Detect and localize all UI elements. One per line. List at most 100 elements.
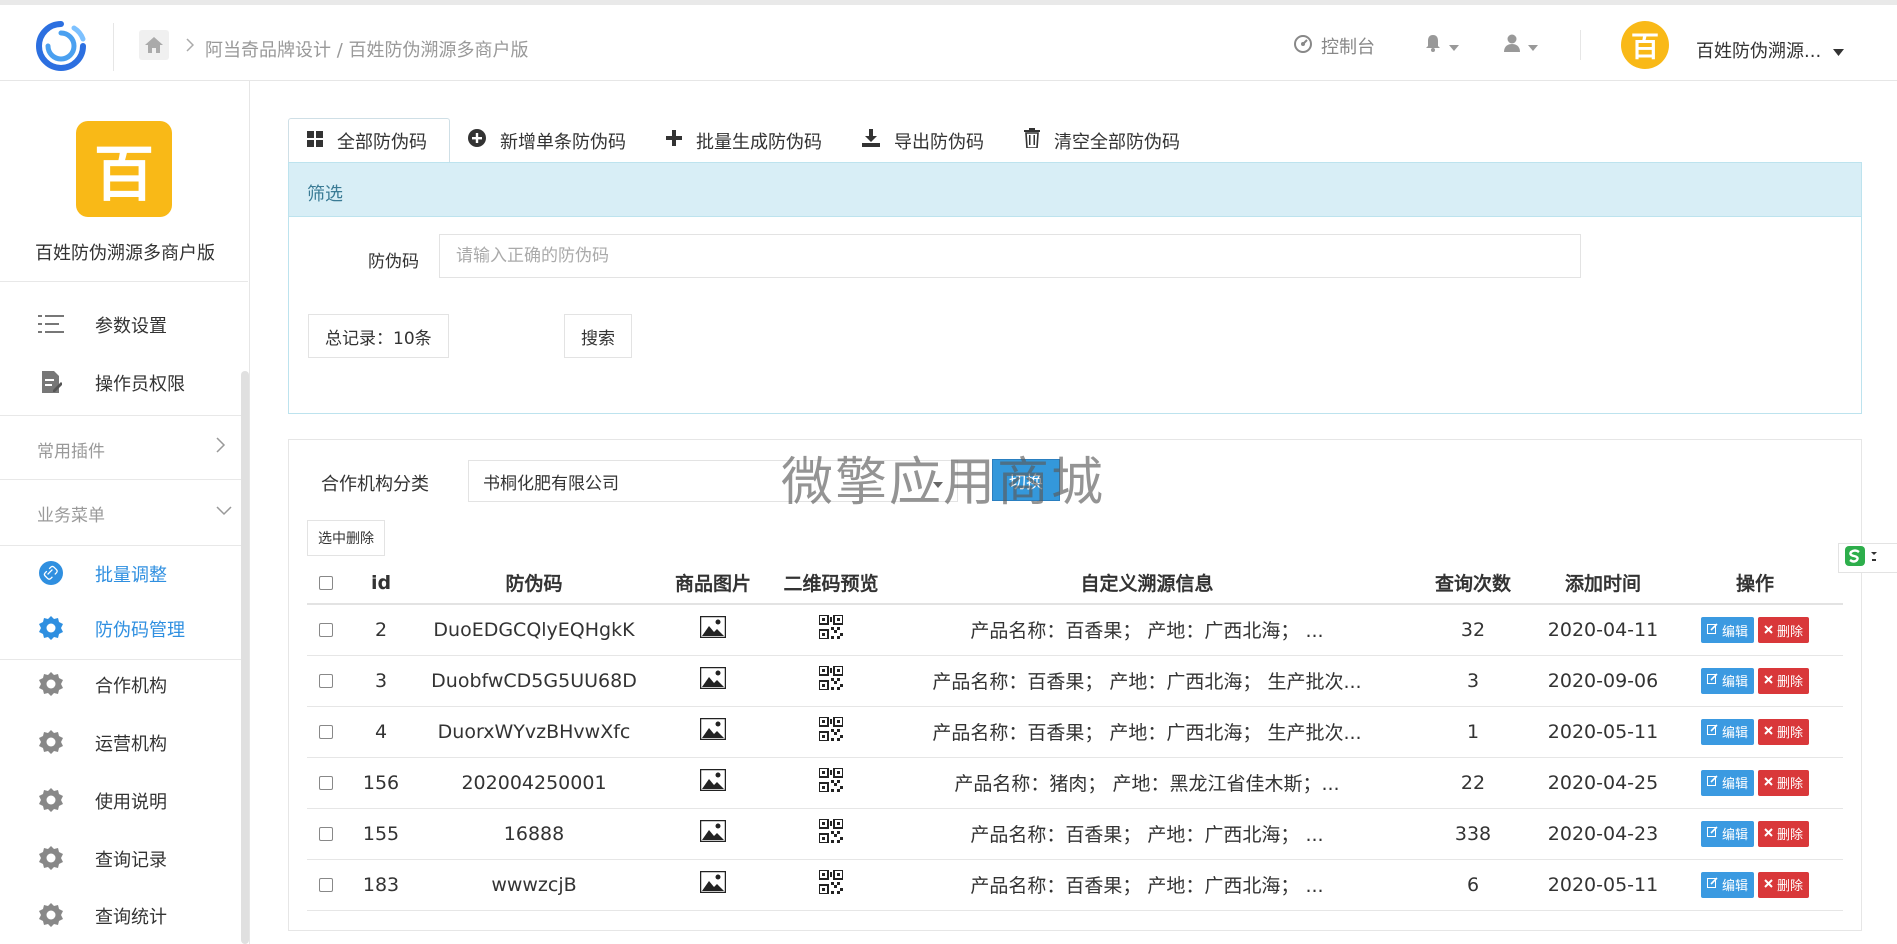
edit-label: 编辑 (1721, 726, 1748, 742)
row-id: 2 (345, 604, 417, 656)
row-select-cell[interactable] (307, 706, 345, 758)
sidebar-item-batch-adjust[interactable]: 批量调整 (0, 550, 240, 594)
edit-icon (1706, 673, 1718, 688)
delete-button[interactable]: 删除 (1758, 769, 1810, 796)
qr-preview-cell[interactable] (775, 808, 887, 860)
qr-preview-cell[interactable] (775, 859, 887, 911)
row-checkbox[interactable] (319, 623, 333, 638)
tab-add-single-code[interactable]: 新增单条防伪码 (450, 118, 648, 163)
qr-code-icon[interactable] (818, 869, 844, 899)
image-icon[interactable] (699, 870, 727, 898)
edit-button[interactable]: 编辑 (1700, 617, 1754, 643)
image-icon[interactable] (699, 666, 727, 694)
row-select-cell[interactable] (307, 757, 345, 809)
code-search-input[interactable] (439, 234, 1581, 278)
product-image-cell[interactable] (651, 706, 775, 758)
row-select-cell[interactable] (307, 604, 345, 656)
row-code: 202004250001 (417, 757, 651, 809)
edit-button[interactable]: 编辑 (1700, 871, 1754, 898)
image-icon[interactable] (699, 768, 727, 796)
table-row: 155 16888 产品名称：百香果； 产地：广西北海； ... 338 2020-04… (307, 808, 1843, 860)
edit-button[interactable]: 编辑 (1700, 820, 1754, 847)
sidebar-section-plugins[interactable]: 常用插件 (0, 421, 240, 473)
sidebar-item-operating-orgs[interactable]: 运营机构 (0, 719, 240, 763)
floating-side-widget[interactable] (1838, 543, 1897, 573)
sidebar: 百 百姓防伪溯源多商户版 参数设置 操作员权限 常用插件 业务菜单 批量调整 防… (0, 81, 250, 944)
tab-all-codes[interactable]: 全部防伪码 (288, 118, 450, 163)
gear-icon (38, 845, 64, 871)
row-checkbox[interactable] (319, 827, 333, 841)
row-added-date: 2020-04-11 (1539, 604, 1667, 656)
image-icon[interactable] (699, 819, 727, 847)
row-checkbox[interactable] (319, 776, 333, 790)
product-image-cell[interactable] (651, 757, 775, 809)
row-checkbox[interactable] (319, 674, 333, 688)
row-actions: 编辑 删除 (1667, 757, 1843, 809)
qr-code-icon[interactable] (818, 614, 844, 644)
app-logo-icon[interactable] (34, 19, 88, 73)
qr-code-icon[interactable] (818, 716, 844, 746)
row-trace-info: 产品名称：百香果； 产地：广西北海； 生产批次... (887, 655, 1407, 707)
home-icon[interactable] (139, 30, 169, 60)
user-menu[interactable]: 百姓防伪溯源... (1696, 37, 1845, 63)
sidebar-item-code-management[interactable]: 防伪码管理 (0, 605, 240, 649)
image-icon[interactable] (699, 717, 727, 745)
list-icon (38, 311, 64, 337)
row-select-cell[interactable] (307, 859, 345, 911)
qr-preview-cell[interactable] (775, 655, 887, 707)
sidebar-item-settings[interactable]: 参数设置 (0, 301, 240, 345)
row-checkbox[interactable] (319, 725, 333, 739)
sidebar-item-query-records[interactable]: 查询记录 (0, 835, 240, 879)
sidebar-item-operator-permissions[interactable]: 操作员权限 (0, 359, 240, 403)
edit-button[interactable]: 编辑 (1700, 769, 1754, 796)
row-code: wwwzcjB (417, 859, 651, 911)
delete-selected-button[interactable]: 选中删除 (307, 520, 385, 556)
delete-button[interactable]: 删除 (1758, 718, 1810, 745)
delete-button[interactable]: 删除 (1758, 820, 1810, 847)
org-category-select[interactable]: 书桐化肥有限公司 (468, 460, 958, 502)
image-icon[interactable] (699, 616, 727, 643)
qr-code-icon[interactable] (818, 665, 844, 695)
product-image-cell[interactable] (651, 604, 775, 656)
tab-clear-all[interactable]: 清空全部防伪码 (1006, 118, 1202, 163)
select-all-checkbox[interactable] (319, 576, 333, 590)
delete-button[interactable]: 删除 (1758, 617, 1810, 643)
row-checkbox[interactable] (319, 878, 333, 892)
delete-button[interactable]: 删除 (1758, 667, 1810, 694)
qr-code-icon[interactable] (818, 818, 844, 848)
row-select-cell[interactable] (307, 655, 345, 707)
avatar[interactable]: 百 (1621, 21, 1669, 69)
product-image-cell[interactable] (651, 655, 775, 707)
row-added-date: 2020-04-25 (1539, 757, 1667, 809)
sidebar-scrollbar[interactable] (241, 371, 249, 944)
console-link[interactable]: 控制台 (1293, 33, 1375, 59)
qr-code-icon[interactable] (818, 767, 844, 797)
sidebar-section-business[interactable]: 业务菜单 (0, 485, 240, 537)
tab-export-codes[interactable]: 导出防伪码 (844, 118, 1006, 163)
delete-button[interactable]: 删除 (1758, 871, 1810, 898)
row-added-date: 2020-09-06 (1539, 655, 1667, 707)
sidebar-item-instructions[interactable]: 使用说明 (0, 777, 240, 821)
edit-button[interactable]: 编辑 (1700, 667, 1754, 694)
column-header: 操作 (1667, 562, 1843, 605)
qr-preview-cell[interactable] (775, 604, 887, 656)
qr-preview-cell[interactable] (775, 706, 887, 758)
search-button[interactable]: 搜索 (564, 314, 632, 358)
select-all-cell[interactable] (307, 562, 345, 605)
tab-batch-generate[interactable]: 批量生成防伪码 (648, 118, 844, 163)
notification-dropdown[interactable] (1423, 33, 1459, 57)
total-records: 总记录：10条 (308, 314, 449, 358)
edit-button[interactable]: 编辑 (1700, 718, 1754, 745)
product-image-cell[interactable] (651, 859, 775, 911)
user-dropdown[interactable] (1502, 33, 1538, 57)
product-image-cell[interactable] (651, 808, 775, 860)
caret-down-icon (1528, 36, 1538, 55)
chevron-right-icon (216, 437, 226, 457)
gear-icon (38, 615, 64, 641)
breadcrumb[interactable]: 阿当奇品牌设计 / 百姓防伪溯源多商户版 (205, 36, 529, 62)
switch-button[interactable]: 切换 (992, 459, 1060, 501)
sidebar-item-query-stats[interactable]: 查询统计 (0, 892, 240, 936)
row-select-cell[interactable] (307, 808, 345, 860)
qr-preview-cell[interactable] (775, 757, 887, 809)
sidebar-item-partner-orgs[interactable]: 合作机构 (0, 661, 240, 705)
